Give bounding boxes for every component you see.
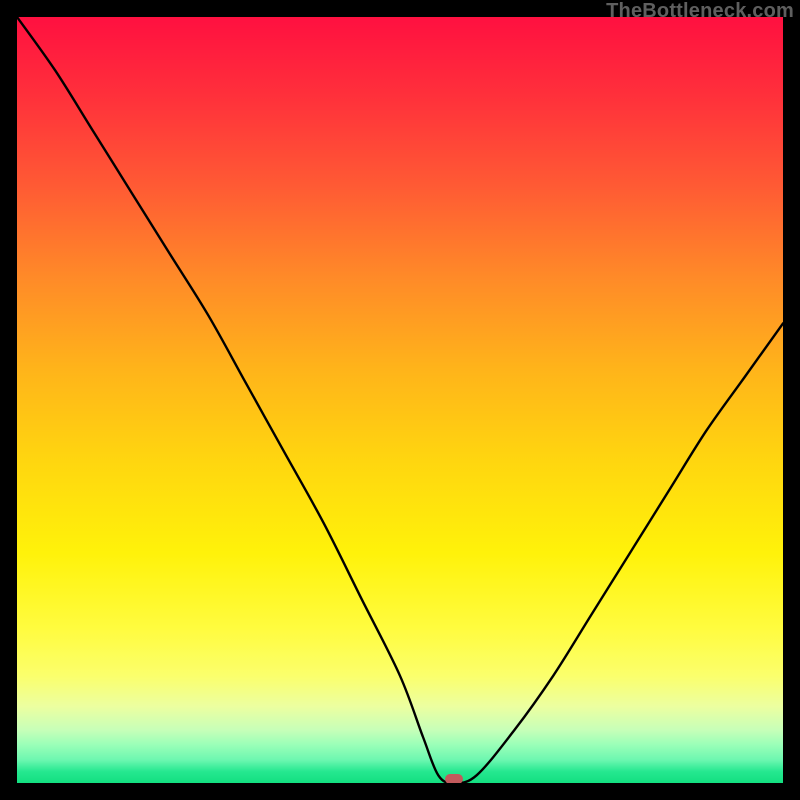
bottleneck-curve [17,17,783,783]
chart-curve-svg [17,17,783,783]
chart-frame: TheBottleneck.com [0,0,800,800]
curve-minimum-marker [445,774,463,783]
watermark-text: TheBottleneck.com [606,0,794,23]
chart-plot-area [17,17,783,783]
